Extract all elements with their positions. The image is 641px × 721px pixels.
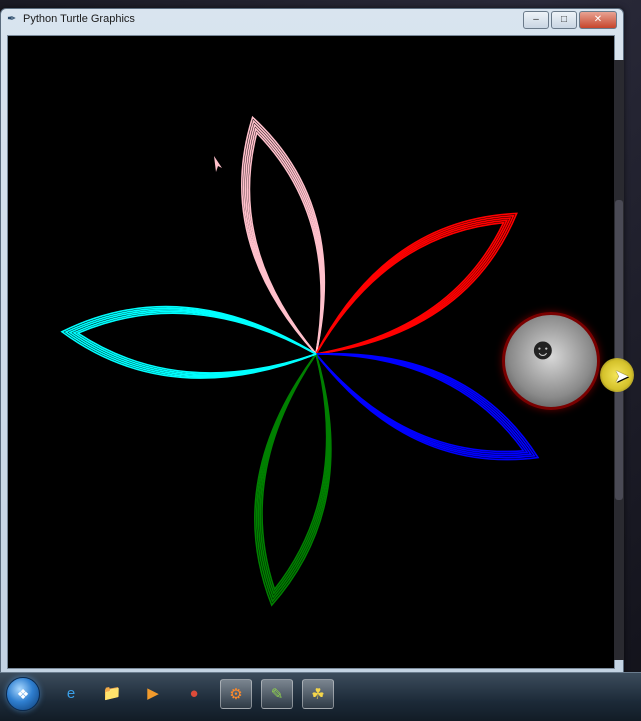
close-button[interactable]: ✕ bbox=[579, 11, 617, 29]
notepad-icon[interactable]: ✎ bbox=[261, 679, 293, 709]
window-controls: – □ ✕ bbox=[523, 11, 617, 29]
petal-stroke bbox=[261, 353, 328, 592]
file-explorer-icon[interactable]: 📁 bbox=[97, 679, 127, 707]
internet-explorer-icon[interactable]: e bbox=[56, 679, 86, 707]
python-icon[interactable]: ☘ bbox=[302, 679, 334, 709]
petal-stroke bbox=[76, 312, 317, 374]
webcam-overlay: ☻ bbox=[502, 312, 600, 410]
windows-orb-icon[interactable]: ❖ bbox=[6, 677, 40, 711]
petal-stroke bbox=[315, 219, 509, 355]
media-player-icon[interactable]: ▶ bbox=[138, 679, 168, 707]
maximize-button[interactable]: □ bbox=[551, 11, 577, 29]
feather-icon: ✒ bbox=[7, 13, 17, 25]
petal-red bbox=[315, 212, 518, 355]
petal-green bbox=[254, 353, 332, 607]
turtle-icon bbox=[214, 156, 222, 172]
cursor-arrow-icon: ➤ bbox=[614, 366, 630, 386]
mouse-cursor-highlight: ➤ bbox=[600, 358, 634, 392]
taskbar: ❖ e 📁 ▶ ● ⚙ ✎ ☘ bbox=[0, 672, 641, 721]
petal-stroke bbox=[246, 127, 323, 355]
petal-stroke bbox=[315, 221, 505, 355]
minimize-button[interactable]: – bbox=[523, 11, 549, 29]
title-bar[interactable]: ✒ Python Turtle Graphics – □ ✕ bbox=[1, 9, 623, 31]
petal-stroke bbox=[244, 123, 324, 355]
chrome-icon[interactable]: ● bbox=[179, 679, 209, 707]
petal-pink bbox=[241, 115, 326, 355]
app-icon[interactable]: ⚙ bbox=[220, 679, 252, 709]
petal-stroke bbox=[60, 305, 317, 379]
window-title: Python Turtle Graphics bbox=[23, 13, 135, 25]
petal-cyan bbox=[60, 305, 317, 379]
scroll-thumb[interactable] bbox=[615, 200, 623, 500]
face-image: ☻ bbox=[527, 333, 559, 366]
petal-stroke bbox=[315, 214, 515, 355]
desktop: ✒ Python Turtle Graphics – □ ✕ ☻ ➤ ❖ e 📁 ▶… bbox=[0, 0, 641, 721]
petal-stroke bbox=[315, 353, 536, 459]
petal-stroke bbox=[315, 217, 512, 355]
petal-stroke bbox=[315, 212, 518, 355]
